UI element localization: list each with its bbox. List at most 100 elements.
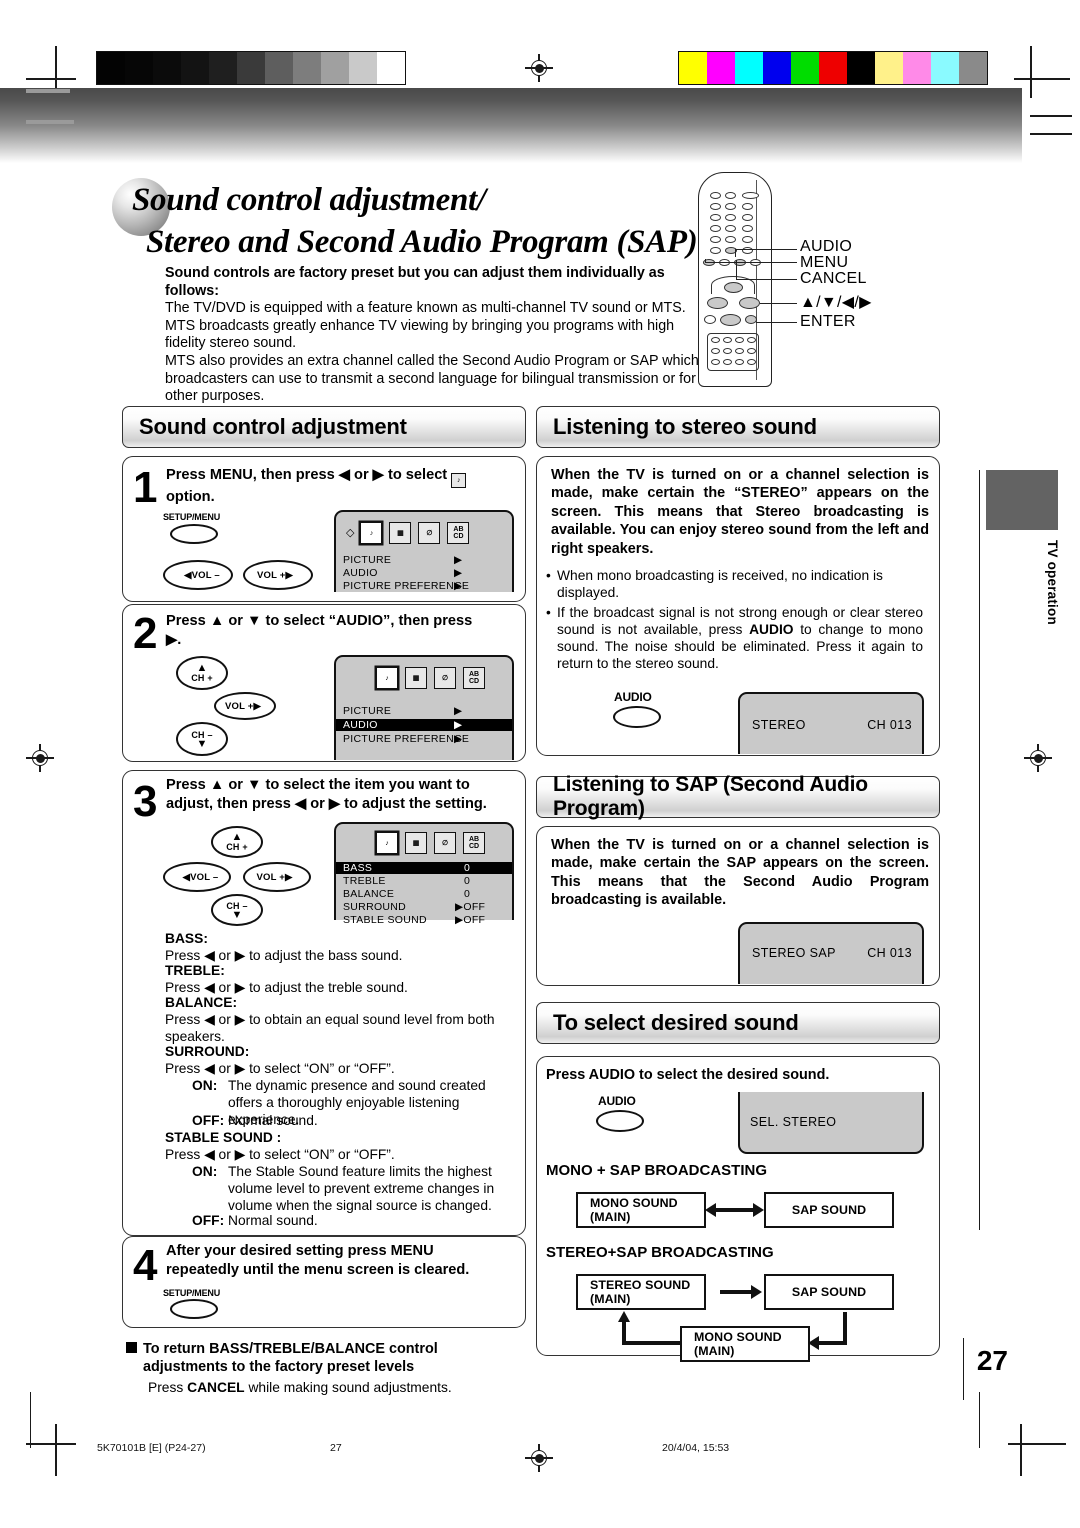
top-gradient-band xyxy=(0,88,1022,163)
page-frame-right-rule xyxy=(979,470,981,1230)
step-3-text: Press ▲ or ▼ to select the item you want… xyxy=(166,776,522,813)
osd-row[interactable]: SURROUND ▶OFF xyxy=(336,901,512,913)
step-1-setup-menu-key[interactable] xyxy=(170,524,218,544)
page-title-line1: Sound control adjustment/ xyxy=(132,182,486,218)
step-1-number: 1 xyxy=(133,463,158,512)
osd-row[interactable]: TREBLE 0 xyxy=(336,875,512,887)
step-2-ch-plus-key[interactable]: ▲ CH + xyxy=(176,656,228,690)
osd-row-value: ▶OFF xyxy=(455,914,486,926)
adjust-stable-on-desc: The Stable Sound feature limits the high… xyxy=(228,1164,495,1213)
step-3-vol-minus-key[interactable]: ◀ VOL – xyxy=(163,862,231,892)
osd-row-selected[interactable]: AUDIO ▶ xyxy=(336,719,512,731)
osd-dpad-icon: ◇ xyxy=(346,526,355,539)
step-3-ch-plus-key[interactable]: ▲ CH + xyxy=(211,826,263,858)
desired-audio-key[interactable] xyxy=(596,1110,644,1132)
step-2-vol-plus-key[interactable]: VOL + ▶ xyxy=(214,692,276,720)
step-1-setup-menu-label: SETUP/MENU xyxy=(163,512,221,522)
osd-row-selected[interactable]: BASS 0 xyxy=(336,862,512,874)
section-banner-desired: To select desired sound xyxy=(536,1002,940,1044)
flow-box-mono-l1: MONO SOUND xyxy=(590,1196,678,1210)
step-1-vol-minus-key[interactable]: ◀ VOL – xyxy=(163,560,233,590)
bullet-square-icon xyxy=(126,1342,137,1353)
osd-row-value: 0 xyxy=(464,875,471,887)
adjust-treble: TREBLE: Press ◀ or ▶ to adjust the trebl… xyxy=(165,962,515,996)
step-1-vol-plus-key[interactable]: VOL + ▶ xyxy=(243,560,313,590)
osd-row-label: BASS xyxy=(343,862,373,874)
flow-arrow-mono2-left xyxy=(622,1341,682,1345)
grayscale-swatch xyxy=(349,52,377,84)
adjust-surround-off: OFF: Normal sound. xyxy=(192,1112,518,1129)
osd-row[interactable]: PICTURE PREFERENCE ▶ xyxy=(336,733,512,745)
adjust-bass-name: BASS: xyxy=(165,931,208,946)
grayscale-swatch xyxy=(153,52,181,84)
adjust-balance: BALANCE: Press ◀ or ▶ to obtain an equal… xyxy=(165,994,515,1045)
osd-row-label: AUDIO xyxy=(343,719,378,731)
step-3-text-b: adjust, then press ◀ or ▶ to adjust the … xyxy=(166,795,487,812)
step-3-number: 3 xyxy=(133,777,158,826)
remote-left-button xyxy=(707,297,728,309)
intro-paragraph-2: MTS also provides an extra channel calle… xyxy=(165,352,699,405)
osd-row[interactable]: PICTURE ▶ xyxy=(336,554,512,566)
adjust-surround-desc: Press ◀ or ▶ to select “ON” or “OFF”. xyxy=(165,1061,395,1076)
flow-box-stereo-sound: STEREO SOUND (MAIN) xyxy=(576,1274,706,1310)
color-swatch xyxy=(847,52,875,84)
desired-lead: Press AUDIO to select the desired sound. xyxy=(546,1067,830,1083)
osd-row-value: 0 xyxy=(464,888,471,900)
adjust-balance-name: BALANCE: xyxy=(165,995,238,1010)
flow-arrow-bidirectional xyxy=(715,1208,755,1212)
step-2-osd-screen: ♪ ▦ ∅ AB CD PICTURE ▶ AUDIO ▶ PICTURE PRE… xyxy=(334,655,514,760)
leader-enter xyxy=(756,322,797,324)
color-swatch xyxy=(959,52,987,84)
registration-mark-bottom xyxy=(525,1444,553,1472)
leader-menu xyxy=(705,262,797,264)
adjust-surround-off-label: OFF: xyxy=(192,1113,225,1128)
osd-row-label: PICTURE xyxy=(343,554,392,566)
osd-lock-icon: ∅ xyxy=(434,667,456,689)
crop-mark-right-lower xyxy=(1030,133,1072,135)
sap-osd-right: CH 013 xyxy=(867,946,912,960)
osd-row-value: 0 xyxy=(464,862,471,874)
adjust-surround: SURROUND: Press ◀ or ▶ to select “ON” or… xyxy=(165,1043,515,1077)
osd-row[interactable]: STABLE SOUND ▶OFF xyxy=(336,914,512,926)
color-swatch xyxy=(707,52,735,84)
flow-arrowhead-stereo-to-sap xyxy=(751,1285,762,1299)
page-frame-right-inner xyxy=(979,1392,981,1448)
flow-arrow-stereo-to-sap xyxy=(720,1290,753,1294)
flow-box-mono2-l2: (MAIN) xyxy=(694,1344,735,1358)
desired-osd-text: SEL. STEREO xyxy=(750,1115,837,1129)
flow-box-sap-sound-2: SAP SOUND xyxy=(764,1274,894,1310)
stereo-audio-key[interactable] xyxy=(613,706,661,728)
section-banner-sound-control: Sound control adjustment xyxy=(122,406,526,448)
step-3-vol-plus-key[interactable]: VOL + ▶ xyxy=(243,862,311,892)
grayscale-swatch xyxy=(265,52,293,84)
stereo-bullet-1-text: When mono broadcasting is received, no i… xyxy=(557,568,883,600)
osd-lock-icon: ∅ xyxy=(418,522,441,544)
footer-right: 20/4/04, 15:53 xyxy=(662,1442,730,1454)
page-title: Sound control adjustment/ Stereo and Sec… xyxy=(112,178,698,262)
osd-row-value: ▶ xyxy=(454,567,463,579)
intro-text: Sound controls are factory preset but yo… xyxy=(165,265,705,406)
adjust-stable-sound-name: STABLE SOUND : xyxy=(165,1130,282,1145)
reset-note-body-c: while making sound adjustments. xyxy=(248,1380,452,1395)
step-3-ch-minus-key[interactable]: CH – ▼ xyxy=(211,894,263,926)
adjust-stable-sound-desc: Press ◀ or ▶ to select “ON” or “OFF”. xyxy=(165,1147,395,1162)
step-4-setup-menu-label: SETUP/MENU xyxy=(163,1288,221,1298)
osd-row[interactable]: BALANCE 0 xyxy=(336,888,512,900)
osd-row[interactable]: PICTURE ▶ xyxy=(336,705,512,717)
adjust-bass-desc: Press ◀ or ▶ to adjust the bass sound. xyxy=(165,948,403,963)
step-2-ch-minus-key[interactable]: CH – ▼ xyxy=(176,722,228,756)
crop-mark-tl-h xyxy=(26,78,76,80)
grayscale-swatch xyxy=(321,52,349,84)
leader-cancel xyxy=(736,279,797,281)
crop-mark-br-h xyxy=(1008,1443,1066,1445)
osd-row[interactable]: PICTURE PREFERENCE ▶ xyxy=(336,580,512,592)
audio-note-icon: ♪ xyxy=(451,473,467,488)
osd-row[interactable]: AUDIO ▶ xyxy=(336,567,512,579)
crop-mark-tr-h xyxy=(1014,78,1070,80)
osd-row-label: TREBLE xyxy=(343,875,386,887)
step-4-setup-menu-key[interactable] xyxy=(170,1299,218,1319)
grayscale-swatch xyxy=(209,52,237,84)
adjust-stable-on: ON: The Stable Sound feature limits the h… xyxy=(192,1163,518,1214)
step-2-number: 2 xyxy=(133,609,158,658)
osd-caption-icon: AB CD xyxy=(463,667,485,689)
